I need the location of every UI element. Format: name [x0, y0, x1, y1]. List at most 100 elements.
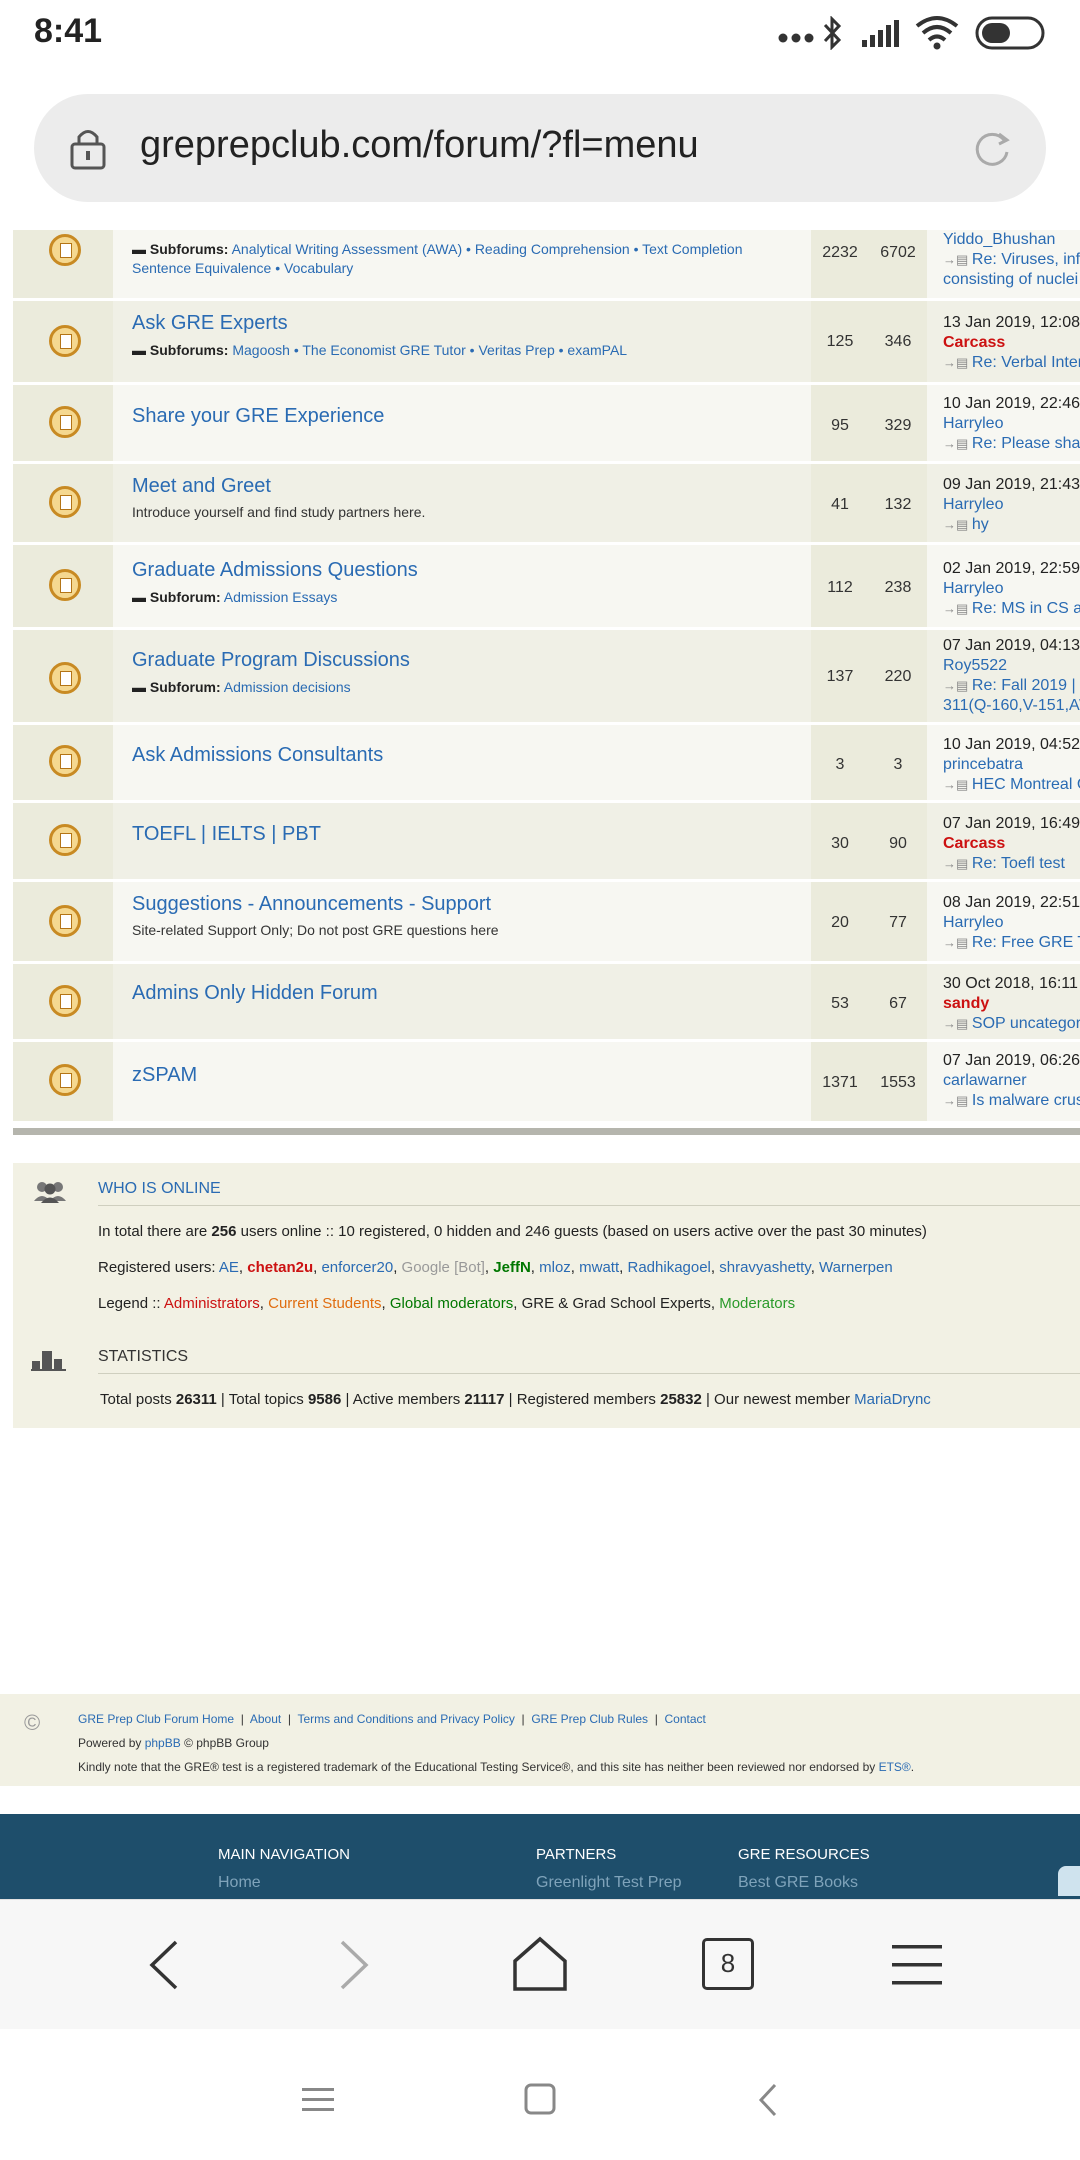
last-post-user[interactable]: princebatra [943, 756, 1023, 773]
last-post-link[interactable]: Re: Fall 2019 | M [943, 676, 1080, 696]
phpbb-link[interactable]: phpBB [145, 1736, 181, 1750]
online-user-link[interactable]: AE [219, 1259, 239, 1276]
resources-heading: GRE RESOURCES [738, 1846, 870, 1863]
system-home-icon[interactable] [524, 2083, 556, 2115]
online-user-link[interactable]: JeffN [493, 1259, 531, 1276]
online-user-link[interactable]: shravyashetty [719, 1259, 810, 1276]
topic-count: 95 [831, 417, 849, 434]
last-post-link[interactable]: Re: MS in CS at [943, 599, 1080, 619]
subforum-link[interactable]: Magoosh [232, 342, 290, 358]
forward-icon[interactable] [334, 1938, 374, 1992]
footer-link-rules[interactable]: GRE Prep Club Rules [531, 1712, 648, 1726]
last-post-link[interactable]: Is malware crus [943, 1091, 1080, 1111]
forum-title-link[interactable]: Ask GRE Experts [132, 312, 811, 335]
forum-title-link[interactable]: Graduate Admissions Questions [132, 559, 811, 582]
topic-count: 112 [827, 579, 853, 596]
online-user-link[interactable]: chetan2u [247, 1259, 313, 1276]
post-count: 3 [893, 756, 903, 773]
footer-link-home[interactable]: GRE Prep Club Forum Home [78, 1712, 234, 1726]
forum-row: Suggestions - Announcements - Support Si… [13, 882, 1080, 964]
forum-title-link[interactable]: Graduate Program Discussions [132, 649, 811, 672]
last-post-user[interactable]: Carcass [943, 835, 1005, 852]
online-user-link[interactable]: Radhikagoel [628, 1259, 711, 1276]
footer-link-terms[interactable]: Terms and Conditions and Privacy Policy [297, 1712, 514, 1726]
forum-title-link[interactable]: TOEFL | IELTS | PBT [132, 823, 811, 846]
tabs-button[interactable]: 8 [702, 1938, 754, 1990]
subforum-link[interactable]: examPAL [567, 342, 627, 358]
online-user-link[interactable]: mwatt [579, 1259, 619, 1276]
home-icon[interactable] [512, 1936, 568, 1992]
system-back-icon[interactable] [756, 2082, 780, 2118]
last-post-date: 13 Jan 2019, 12:08 [943, 314, 1080, 331]
subforum-link[interactable]: Analytical Writing Assessment (AWA) [232, 241, 463, 257]
subforum-link[interactable]: Reading Comprehension [475, 241, 630, 257]
resources-link[interactable]: Best GRE Books [738, 1874, 858, 1892]
ets-link[interactable]: ETS® [879, 1760, 911, 1774]
forum-title-link[interactable]: Share your GRE Experience [132, 405, 811, 428]
online-summary: In total there are 256 users online :: 1… [98, 1223, 927, 1240]
subforum-link[interactable]: Vocabulary [284, 260, 353, 276]
subforum-link[interactable]: Admission Essays [224, 589, 338, 605]
partners-link[interactable]: Greenlight Test Prep [536, 1874, 682, 1892]
address-bar[interactable]: greprepclub.com/forum/?fl=menu [34, 94, 1046, 202]
last-post-link[interactable]: Re: Free GRE Te [943, 933, 1080, 953]
footer-link-contact[interactable]: Contact [665, 1712, 706, 1726]
url-text[interactable]: greprepclub.com/forum/?fl=menu [140, 124, 699, 167]
legend-group: Current Students [268, 1295, 382, 1312]
last-post-link[interactable]: Re: Please shar [943, 434, 1080, 454]
post-count: 346 [884, 333, 912, 350]
last-post-link[interactable]: hy [943, 515, 1080, 535]
online-user-link[interactable]: mloz [539, 1259, 571, 1276]
subforum-link[interactable]: The Economist GRE Tutor [302, 342, 465, 358]
last-post-link[interactable]: Re: Verbal Inten [943, 353, 1080, 373]
forum-title-link[interactable]: Meet and Greet [132, 475, 811, 498]
last-post-user[interactable]: carlawarner [943, 1072, 1027, 1089]
forum-icon [49, 234, 81, 266]
menu-icon[interactable] [892, 1942, 942, 1988]
subforum-link[interactable]: Admission decisions [224, 679, 351, 695]
footer-link-about[interactable]: About [250, 1712, 281, 1726]
last-post-user[interactable]: Harryleo [943, 914, 1003, 931]
last-post-user[interactable]: Harryleo [943, 580, 1003, 597]
legend-group: Moderators [719, 1295, 796, 1312]
forum-row: TOEFL | IELTS | PBT 30 90 07 Jan 2019, 1… [13, 803, 1080, 882]
statistics-summary: Total posts 26311 | Total topics 9586 | … [100, 1391, 931, 1408]
last-post-link[interactable]: SOP uncategori [943, 1014, 1080, 1034]
online-user-link[interactable]: enforcer20 [321, 1259, 393, 1276]
last-post-user[interactable]: Harryleo [943, 415, 1003, 432]
online-user-link[interactable]: Google [Bot] [402, 1259, 485, 1276]
newest-member-link[interactable]: MariaDrync [854, 1391, 931, 1408]
last-post-link[interactable]: Re: Viruses, infe [943, 250, 1080, 270]
forum-row: Ask Admissions Consultants 3 3 10 Jan 20… [13, 725, 1080, 803]
wifi-icon [915, 16, 959, 50]
last-post-link-cont[interactable]: 311(Q-160,V-151,AW [943, 696, 1080, 716]
last-post-user[interactable]: Yiddo_Bhushan [943, 231, 1055, 248]
last-post-link-cont[interactable]: consisting of nuclei [943, 270, 1080, 290]
topic-count: 53 [831, 995, 849, 1012]
online-user-link[interactable]: Warnerpen [819, 1259, 893, 1276]
last-post-link[interactable]: Re: Toefl test [943, 854, 1080, 874]
reload-icon[interactable] [971, 128, 1013, 170]
back-icon[interactable] [144, 1938, 184, 1992]
forum-title-link[interactable]: Ask Admissions Consultants [132, 744, 811, 767]
last-post-user[interactable]: Carcass [943, 334, 1005, 351]
last-post-user[interactable]: Roy5522 [943, 657, 1007, 674]
status-bar: 8:41 [0, 0, 1080, 70]
forum-title-link[interactable]: zSPAM [132, 1064, 811, 1087]
forum-title-link[interactable]: Suggestions - Announcements - Support [132, 893, 811, 916]
last-post-user[interactable]: sandy [943, 995, 989, 1012]
recents-icon[interactable] [302, 2086, 334, 2114]
topic-count: 20 [831, 914, 849, 931]
last-post-link[interactable]: HEC Montreal C [943, 775, 1080, 795]
main-nav-home-link[interactable]: Home [218, 1874, 261, 1892]
topic-count: 41 [831, 496, 849, 513]
forum-row: Meet and Greet Introduce yourself and fi… [13, 464, 1080, 545]
forum-title-link[interactable]: Admins Only Hidden Forum [132, 982, 811, 1005]
post-count: 67 [889, 995, 907, 1012]
subforum-link[interactable]: Text Completion [642, 241, 742, 257]
post-count: 238 [884, 579, 912, 596]
forum-row: Graduate Admissions Questions ▬ Subforum… [13, 545, 1080, 630]
last-post-user[interactable]: Harryleo [943, 496, 1003, 513]
subforum-link[interactable]: Veritas Prep [478, 342, 554, 358]
subforum-link[interactable]: Sentence Equivalence [132, 260, 271, 276]
